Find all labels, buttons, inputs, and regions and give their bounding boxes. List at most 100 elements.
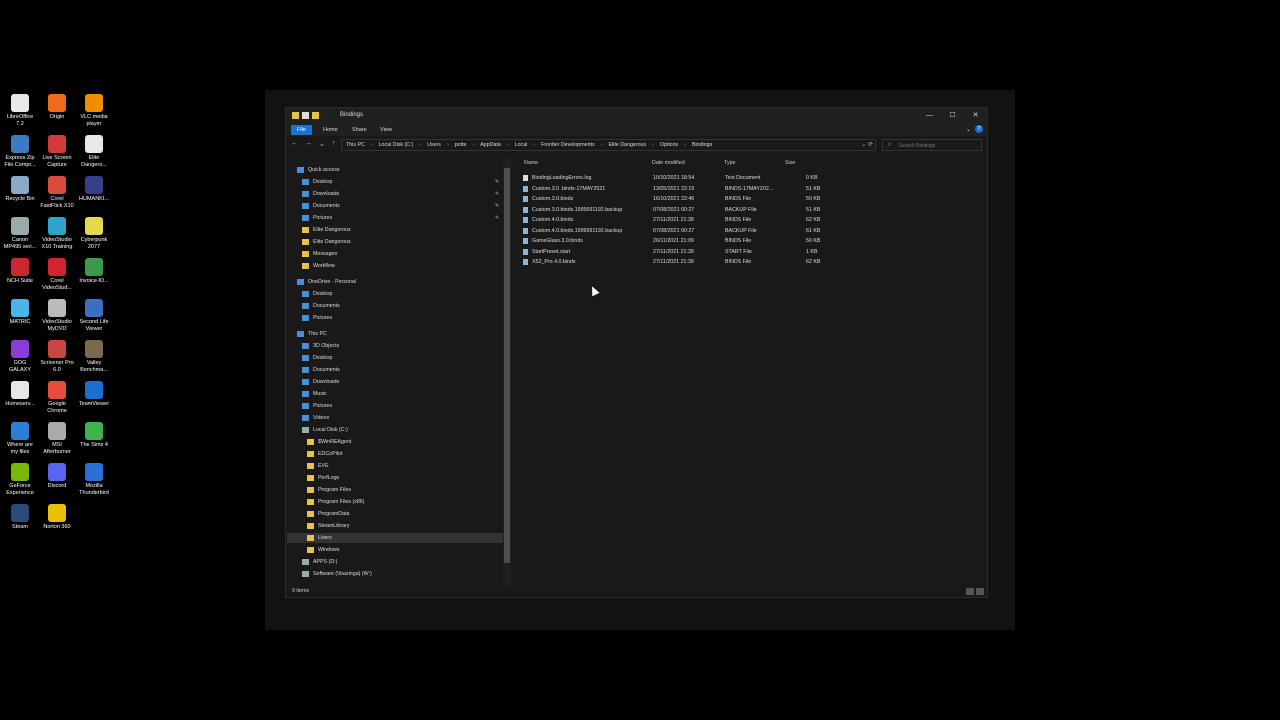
chevron-right-icon[interactable]: › xyxy=(473,142,475,148)
breadcrumb-item[interactable]: Options xyxy=(660,142,678,148)
desktop-icon[interactable]: Elite Dangero... xyxy=(74,135,114,168)
desktop-icon[interactable]: Corel VideoStud... xyxy=(37,258,77,291)
column-date[interactable]: Date modified xyxy=(652,160,685,166)
nav-item[interactable]: PerfLogs xyxy=(287,473,503,483)
desktop-icon[interactable]: Google Chrome xyxy=(37,381,77,414)
file-row[interactable]: StartPreset.start 27/11/2021 21:39 START F… xyxy=(523,247,823,257)
desktop-icon[interactable]: Homeserv... xyxy=(0,381,40,408)
up-button[interactable]: ↑ xyxy=(332,140,336,148)
breadcrumb-item[interactable]: Frontier Developments xyxy=(541,142,595,148)
nav-item[interactable]: OneDrive - Personal xyxy=(287,277,503,287)
refresh-icon[interactable]: ⌄ ⟳ xyxy=(861,141,873,148)
desktop-icon[interactable]: GOG GALAXY xyxy=(0,340,40,373)
desktop-icon[interactable]: GeForce Experience xyxy=(0,463,40,496)
desktop-icon[interactable]: Steam xyxy=(0,504,40,531)
forward-button[interactable]: → xyxy=(305,140,312,148)
tab-share[interactable]: Share xyxy=(348,126,371,134)
back-button[interactable]: ← xyxy=(291,140,298,148)
nav-item[interactable]: Desktop ✎ xyxy=(287,177,503,187)
nav-item[interactable]: Elite Dangerous xyxy=(287,237,503,247)
nav-item[interactable]: Pictures xyxy=(287,401,503,411)
desktop-icon[interactable]: Mozilla Thunderbird xyxy=(74,463,114,496)
close-button[interactable]: ✕ xyxy=(964,108,987,124)
scrollbar-thumb[interactable] xyxy=(504,168,510,563)
nav-item[interactable]: Downloads xyxy=(287,377,503,387)
breadcrumb-item[interactable]: This PC xyxy=(346,142,365,148)
desktop-icon[interactable]: Express Zip File Compr... xyxy=(0,135,40,168)
desktop-icon[interactable]: LibreOffice 7.2 xyxy=(0,94,40,127)
nav-item[interactable]: Desktop xyxy=(287,289,503,299)
desktop-icon[interactable]: TeamViewer xyxy=(74,381,114,408)
column-size[interactable]: Size xyxy=(785,160,795,166)
breadcrumb-item[interactable]: AppData xyxy=(480,142,501,148)
nav-item[interactable]: Quick access xyxy=(287,165,503,175)
recent-locations-button[interactable]: ⌄ xyxy=(319,140,325,148)
tab-view[interactable]: View xyxy=(376,126,396,134)
minimize-button[interactable]: — xyxy=(918,108,941,124)
file-row[interactable]: BindingLoadingErrors.log 10/10/2021 18:54… xyxy=(523,173,823,183)
nav-item[interactable]: $WinREAgent xyxy=(287,437,503,447)
navigation-scrollbar[interactable] xyxy=(503,158,511,586)
desktop-icon[interactable]: Scrivener Pro 6.0 xyxy=(37,340,77,373)
file-row[interactable]: Custom.3.0 .binds-17MAY2021 13/05/2021 22… xyxy=(523,184,823,194)
nav-item[interactable]: Elite Dangerous xyxy=(287,225,503,235)
nav-item[interactable]: Music xyxy=(287,389,503,399)
desktop-icon[interactable]: Recycle Bin xyxy=(0,176,40,203)
title-bar[interactable]: Bindings — ☐ ✕ xyxy=(286,108,987,124)
desktop-icon[interactable]: HUMANKI... xyxy=(74,176,114,203)
new-folder-icon[interactable] xyxy=(312,112,319,119)
nav-item[interactable]: Windows xyxy=(287,545,503,555)
desktop-icon[interactable]: VLC media player xyxy=(74,94,114,127)
desktop-icon[interactable]: VideoStudio X10 Training xyxy=(37,217,77,250)
nav-item[interactable]: Workflow xyxy=(287,261,503,271)
nav-item[interactable]: Users xyxy=(287,533,503,543)
desktop-icon[interactable]: Invoice-ID... xyxy=(74,258,114,285)
breadcrumb-item[interactable]: Local xyxy=(515,142,528,148)
breadcrumb-item[interactable]: Local Disk (C:) xyxy=(379,142,414,148)
column-name[interactable]: Name xyxy=(524,160,538,166)
details-view-icon[interactable] xyxy=(966,588,974,595)
desktop-icon[interactable]: Valley Benchma... xyxy=(74,340,114,373)
chevron-right-icon[interactable]: › xyxy=(371,142,373,148)
desktop-icon[interactable]: Live Screen Capture xyxy=(37,135,77,168)
desktop-icon[interactable]: NCH Suite xyxy=(0,258,40,285)
chevron-right-icon[interactable]: › xyxy=(601,142,603,148)
nav-item[interactable]: ProgramData xyxy=(287,509,503,519)
nav-item[interactable]: APPS (D:) xyxy=(287,557,503,567)
nav-item[interactable]: EVE xyxy=(287,461,503,471)
nav-item[interactable]: This PC xyxy=(287,329,503,339)
nav-item[interactable]: SteamLibrary xyxy=(287,521,503,531)
nav-item[interactable]: Local Disk (C:) xyxy=(287,425,503,435)
nav-item[interactable]: 3D Objects xyxy=(287,341,503,351)
nav-item[interactable]: Desktop xyxy=(287,353,503,363)
desktop-icon[interactable]: Where are my files xyxy=(0,422,40,455)
nav-item[interactable]: Program Files (x86) xyxy=(287,497,503,507)
file-row[interactable]: Custom.3.0.binds 16/10/2021 22:46 BINDS Fi… xyxy=(523,194,823,204)
nav-item[interactable]: Documents xyxy=(287,365,503,375)
nav-item[interactable]: Messages xyxy=(287,249,503,259)
tab-home[interactable]: Home xyxy=(319,126,342,134)
address-bar[interactable]: This PC › Local Disk (C:) › Users › potte › AppD… xyxy=(341,139,876,151)
chevron-right-icon[interactable]: › xyxy=(533,142,535,148)
desktop-icon[interactable]: Norton 360 xyxy=(37,504,77,531)
desktop-icon[interactable]: MATRIC xyxy=(0,299,40,326)
chevron-right-icon[interactable]: › xyxy=(419,142,421,148)
tab-file[interactable]: File xyxy=(291,125,312,135)
desktop-icon[interactable]: Discord xyxy=(37,463,77,490)
breadcrumb-item[interactable]: Users xyxy=(427,142,441,148)
desktop-icon[interactable]: MSI Afterburner xyxy=(37,422,77,455)
nav-item[interactable]: Program Files xyxy=(287,485,503,495)
nav-item[interactable]: Videos xyxy=(287,413,503,423)
maximize-button[interactable]: ☐ xyxy=(941,108,964,124)
nav-item[interactable]: Pictures xyxy=(287,313,503,323)
desktop-icon[interactable]: The Sims 4 xyxy=(74,422,114,449)
desktop-icon[interactable]: Corel FastFlick X10 xyxy=(37,176,77,209)
desktop-icon[interactable]: Second Life Viewer xyxy=(74,299,114,332)
chevron-right-icon[interactable]: › xyxy=(652,142,654,148)
breadcrumb-item[interactable]: Bindings xyxy=(692,142,712,148)
file-row[interactable]: Custom.4.0.binds 27/11/2021 21:38 BINDS Fi… xyxy=(523,215,823,225)
file-row[interactable]: Custom.4.0.binds.1995691192.backup 07/08/… xyxy=(523,226,823,236)
nav-item[interactable]: Documents xyxy=(287,301,503,311)
chevron-right-icon[interactable]: › xyxy=(684,142,686,148)
nav-item[interactable]: Documents ✎ xyxy=(287,201,503,211)
